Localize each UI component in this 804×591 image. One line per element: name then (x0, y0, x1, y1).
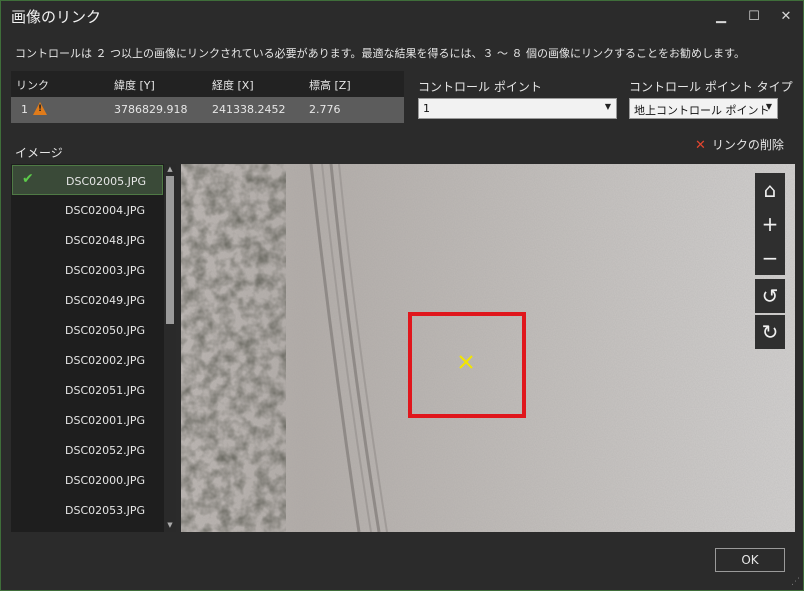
rotate-left-icon[interactable]: ↺ (755, 279, 785, 313)
image-name: DSC02000.JPG (65, 474, 146, 487)
title-bar: 画像のリンク ▁ ☐ ✕ (1, 1, 803, 31)
link-images-dialog: 画像のリンク ▁ ☐ ✕ コントロールは ２ つ以上の画像にリンクされている必要… (0, 0, 804, 591)
header-lon: 経度 [X] (212, 79, 254, 92)
link-table: リンク 緯度 [Y] 経度 [X] 標高 [Z] 1 3786829.918 2… (11, 71, 404, 123)
list-item[interactable]: DSC02000.JPG (12, 465, 163, 495)
image-name: DSC02048.JPG (65, 234, 146, 247)
close-icon[interactable]: ✕ (771, 6, 801, 28)
ok-button[interactable]: OK (715, 548, 785, 572)
list-item[interactable]: DSC02002.JPG (12, 345, 163, 375)
warning-icon (33, 102, 47, 115)
image-name: DSC02051.JPG (65, 384, 146, 397)
image-list-scrollbar[interactable]: ▲ ▼ (164, 164, 176, 532)
list-item[interactable]: DSC02050.JPG (12, 315, 163, 345)
image-name: DSC02001.JPG (65, 414, 146, 427)
minimize-icon[interactable]: ▁ (706, 6, 736, 28)
image-name: DSC02049.JPG (65, 294, 146, 307)
check-icon: ✔ (22, 171, 34, 187)
link-table-header: リンク 緯度 [Y] 経度 [X] 標高 [Z] (11, 71, 404, 97)
row-lat: 3786829.918 (114, 103, 188, 116)
image-name: DSC02052.JPG (65, 444, 146, 457)
table-row[interactable]: 1 3786829.918 241338.2452 2.776 (11, 97, 404, 123)
image-name: DSC02002.JPG (65, 354, 146, 367)
row-link-number: 1 (21, 103, 28, 116)
aerial-photo (181, 164, 795, 532)
scrollbar-thumb[interactable] (166, 176, 174, 324)
zoom-out-icon[interactable]: − (755, 241, 785, 275)
rotate-right-icon[interactable]: ↻ (755, 315, 785, 349)
image-name: DSC02053.JPG (65, 504, 146, 517)
list-item[interactable]: DSC02053.JPG (12, 495, 163, 525)
row-elev: 2.776 (309, 103, 341, 116)
scroll-up-icon[interactable]: ▲ (165, 165, 175, 175)
chevron-down-icon: ▼ (765, 102, 772, 111)
chevron-down-icon: ▼ (604, 102, 611, 111)
info-text: コントロールは ２ つ以上の画像にリンクされている必要があります。最適な結果を得… (15, 47, 745, 60)
image-name: DSC02050.JPG (65, 324, 146, 337)
control-point-type-label: コントロール ポイント タイプ (629, 80, 793, 94)
control-point-label: コントロール ポイント (418, 80, 542, 94)
image-list-label: イメージ (15, 146, 63, 160)
delete-link-label: リンクの削除 (711, 138, 784, 152)
list-item[interactable]: DSC02003.JPG (12, 255, 163, 285)
image-name: DSC02003.JPG (65, 264, 146, 277)
list-item[interactable]: ✔ DSC02005.JPG (12, 165, 163, 195)
scroll-down-icon[interactable]: ▼ (165, 521, 175, 531)
image-viewer[interactable] (181, 164, 795, 532)
resize-grip-icon[interactable]: ⋰ (791, 577, 800, 587)
delete-link-button[interactable]: ✕ リンクの削除 (695, 136, 784, 153)
list-item[interactable]: DSC02001.JPG (12, 405, 163, 435)
row-lon: 241338.2452 (212, 103, 286, 116)
header-elev: 標高 [Z] (309, 79, 351, 92)
list-item[interactable]: DSC02052.JPG (12, 435, 163, 465)
maximize-icon[interactable]: ☐ (739, 6, 769, 28)
delete-icon: ✕ (695, 138, 706, 153)
header-link: リンク (16, 79, 49, 92)
dialog-title: 画像のリンク (11, 8, 102, 26)
image-name: DSC02005.JPG (66, 175, 147, 188)
list-item[interactable]: DSC02051.JPG (12, 375, 163, 405)
list-item[interactable]: DSC02004.JPG (12, 195, 163, 225)
image-name: DSC02004.JPG (65, 204, 146, 217)
home-icon[interactable]: ⌂ (755, 173, 785, 207)
image-list: ▲ ▼ ✔ DSC02005.JPG DSC02004.JPG DSC02048.JP… (11, 164, 176, 532)
control-point-type-select[interactable]: 地上コントロール ポイント ▼ (629, 98, 778, 119)
control-point-value: 1 (423, 102, 430, 115)
control-point-type-value: 地上コントロール ポイント (634, 104, 770, 117)
zoom-in-icon[interactable]: + (755, 207, 785, 241)
header-lat: 緯度 [Y] (114, 79, 155, 92)
list-item[interactable]: DSC02049.JPG (12, 285, 163, 315)
control-point-select[interactable]: 1 ▼ (418, 98, 617, 119)
list-item[interactable]: DSC02048.JPG (12, 225, 163, 255)
